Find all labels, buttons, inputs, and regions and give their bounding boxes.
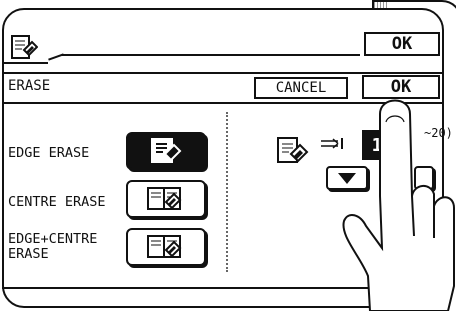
centre-erase-label: CENTRE ERASE — [8, 194, 106, 210]
edge-centre-erase-icon — [147, 235, 182, 258]
edge-erase-icon — [151, 138, 182, 163]
edge-erase-label: EDGE ERASE — [8, 145, 90, 161]
panel-divider — [226, 112, 228, 272]
erase-title: ERASE — [8, 78, 51, 94]
edge-centre-erase-button[interactable] — [126, 228, 206, 266]
pointing-hand — [330, 86, 456, 312]
edge-centre-erase-label: EDGE+CENTRE ERASE — [8, 231, 98, 262]
erase-width-icon — [276, 136, 310, 166]
centre-erase-icon — [147, 187, 182, 210]
top-ok-button[interactable]: OK — [364, 32, 440, 56]
centre-erase-button[interactable] — [126, 180, 206, 218]
edge-erase-button[interactable] — [126, 132, 206, 170]
copy-mode-icon — [10, 34, 39, 62]
